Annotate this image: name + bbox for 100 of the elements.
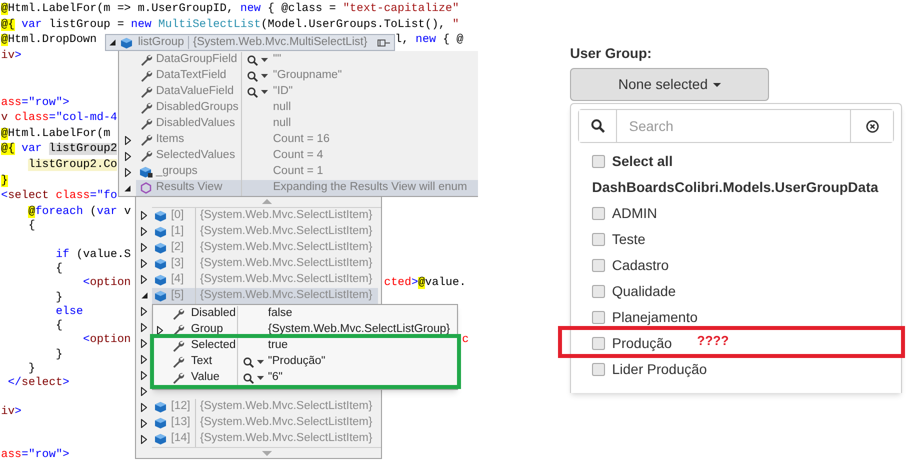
option-label[interactable]: Produção (612, 332, 672, 354)
expand-toggle[interactable] (157, 326, 163, 334)
item-value: {System.Web.Mvc.SelectListItem} (199, 399, 372, 414)
item-index: [5] (170, 288, 185, 304)
option-label[interactable]: Qualidade (612, 280, 676, 302)
member-name: Selected (190, 338, 237, 354)
expand-toggle[interactable] (141, 259, 147, 268)
member-row[interactable]: DataTextField "Groupname" (136, 68, 478, 84)
cube-icon (154, 226, 167, 238)
expand-toggle[interactable] (140, 292, 148, 300)
item-index: [4] (170, 272, 185, 288)
magnifier-icon[interactable] (243, 356, 254, 368)
magnifier-icon[interactable] (247, 54, 258, 66)
checkbox[interactable] (592, 310, 605, 324)
member-value: Count = 1 (273, 164, 324, 180)
checkbox[interactable] (592, 232, 605, 246)
dropdown-button[interactable]: None selected (570, 68, 769, 101)
code-line: @Html.LabelFor(m => m.UserGroupID, new { @class = "text-capitalize" (0, 3, 460, 15)
expand-toggle[interactable] (141, 243, 147, 252)
code-line: else (54, 306, 84, 318)
member-row[interactable]: Items Count = 16 (136, 132, 478, 148)
cube-icon (120, 36, 133, 48)
item-row[interactable]: [2] {System.Web.Mvc.SelectListItem} (152, 240, 378, 256)
code-line: iv> (0, 50, 22, 62)
search-icon (590, 119, 604, 133)
item-row[interactable]: [14] {System.Web.Mvc.SelectListItem} (152, 431, 378, 448)
expand-toggle[interactable] (141, 307, 147, 316)
expand-toggle[interactable] (141, 418, 147, 428)
option-label[interactable]: Select all (612, 150, 673, 172)
cube-icon (154, 242, 167, 254)
checkbox[interactable] (592, 206, 605, 220)
item-row[interactable]: [5] {System.Web.Mvc.SelectListItem} (152, 288, 378, 304)
item-row[interactable]: [1] {System.Web.Mvc.SelectListItem} (152, 224, 378, 240)
item-row[interactable]: [13] {System.Web.Mvc.SelectListItem} (152, 415, 378, 432)
member-row[interactable]: SelectedValues Count = 4 (136, 148, 478, 164)
member-row[interactable]: DataGroupField "" (136, 52, 478, 68)
caret-icon[interactable] (257, 360, 264, 364)
expand-toggle[interactable] (141, 339, 147, 348)
member-row[interactable]: DisabledGroups null (136, 100, 478, 116)
magnifier-icon[interactable] (243, 372, 254, 384)
field-label: User Group: (570, 44, 652, 63)
checkbox[interactable] (592, 258, 605, 272)
member-value: "Produção" (268, 354, 326, 370)
item-row[interactable]: [0] {System.Web.Mvc.SelectListItem} (152, 208, 378, 224)
cube-icon (154, 210, 167, 222)
option-label[interactable]: ADMIN (612, 202, 658, 224)
magnifier-icon[interactable] (247, 70, 258, 82)
expand-toggle[interactable] (109, 39, 116, 46)
member-row[interactable]: Results View Expanding the Results View will enum (136, 180, 478, 196)
option-label[interactable]: Teste (612, 228, 646, 250)
expand-toggle[interactable] (141, 323, 147, 332)
code-line: @{ var listGroup2 (0, 143, 118, 156)
member-value: null (273, 100, 291, 116)
magnifier-icon[interactable] (247, 86, 258, 98)
expand-toggle[interactable] (141, 275, 147, 284)
caret-icon[interactable] (261, 58, 268, 62)
wrench-icon (140, 54, 152, 66)
caret-icon[interactable] (261, 74, 268, 78)
expand-toggle[interactable] (124, 152, 130, 160)
checkbox[interactable] (592, 284, 605, 298)
cube-icon (154, 417, 167, 430)
checkbox[interactable] (592, 336, 605, 350)
expand-toggle[interactable] (141, 386, 147, 396)
item-index: [14] (170, 431, 192, 446)
item-value: {System.Web.Mvc.SelectListItem} (199, 272, 372, 288)
member-name: Text (190, 354, 214, 370)
code-line: <select class="fo (0, 190, 118, 202)
expand-toggle[interactable] (141, 370, 147, 380)
expand-toggle[interactable] (141, 434, 147, 444)
member-row[interactable]: DisabledValues null (136, 116, 478, 132)
item-value: {System.Web.Mvc.SelectListItem} (199, 208, 372, 224)
option-label[interactable]: Cadastro (612, 254, 669, 276)
search-box[interactable]: Search (578, 109, 894, 143)
checkbox[interactable] (592, 154, 605, 168)
expand-toggle[interactable] (141, 211, 147, 220)
expand-toggle[interactable] (141, 354, 147, 364)
option-label[interactable]: Lider Produção (612, 358, 707, 380)
wrench-icon (172, 356, 184, 368)
expand-toggle[interactable] (141, 402, 147, 412)
expand-toggle[interactable] (124, 184, 131, 192)
expand-toggle[interactable] (141, 227, 147, 236)
member-name: Group (190, 322, 224, 338)
checkbox[interactable] (592, 362, 605, 376)
member-row[interactable]: DataValueField "ID" (136, 84, 478, 100)
clear-button[interactable] (850, 110, 893, 142)
member-name: DisabledValues (156, 116, 236, 132)
caret-icon[interactable] (257, 376, 264, 380)
caret-icon[interactable] (261, 90, 268, 94)
item-value: {System.Web.Mvc.SelectListItem} (199, 256, 372, 272)
expand-toggle[interactable] (124, 168, 130, 176)
pin-icon[interactable] (377, 38, 391, 48)
member-name: DataValueField (156, 84, 235, 100)
search-field[interactable]: Search (617, 110, 850, 142)
expand-toggle[interactable] (124, 136, 130, 144)
item-row[interactable]: [12] {System.Web.Mvc.SelectListItem} (152, 399, 378, 416)
cube-icon (154, 274, 167, 286)
option-label[interactable]: Planejamento (612, 306, 698, 328)
member-name: Disabled (190, 306, 237, 322)
code-line: if (value.S (54, 248, 131, 261)
item-row[interactable]: [3] {System.Web.Mvc.SelectListItem} (152, 256, 378, 272)
